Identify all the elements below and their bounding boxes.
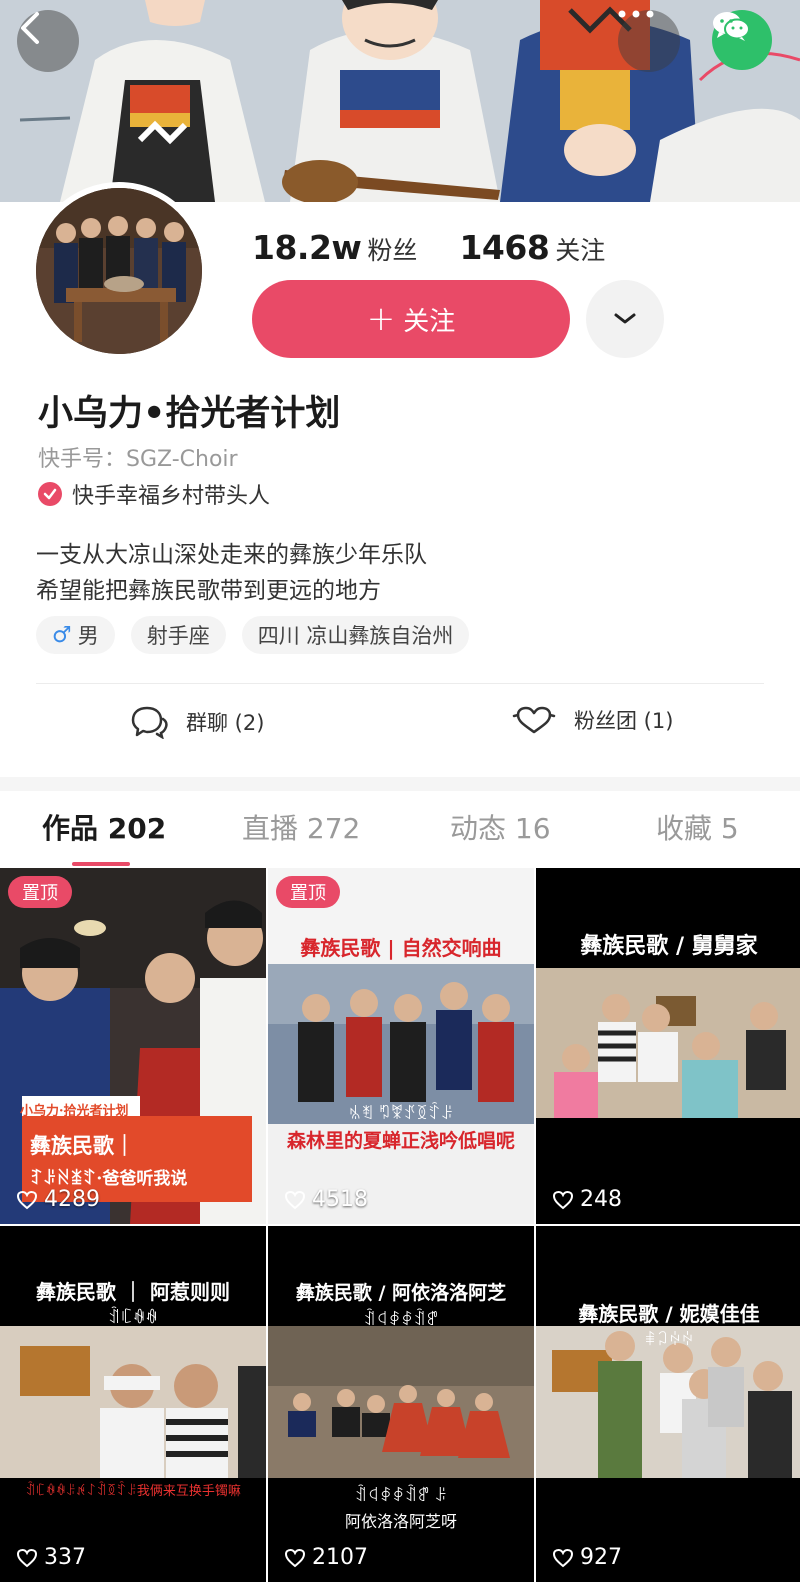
like-count: 2107 <box>284 1545 368 1570</box>
pinned-badge: 置顶 <box>8 876 72 908</box>
back-button[interactable] <box>17 10 79 72</box>
verified-check-icon <box>38 482 62 506</box>
verification-badge[interactable]: 快手幸福乡村带头人 <box>38 478 270 510</box>
like-count-value: 337 <box>44 1545 86 1570</box>
cover-banner <box>0 0 800 202</box>
video-tile[interactable]: 彝族民歌 | 自然交响曲 ꁱꄮ ꑳꐗꀋꅉꄷꌠ 森林里的夏蝉正浅吟低唱呢 置顶 4… <box>268 868 534 1224</box>
group-chat-label: 群聊 (2) <box>186 711 265 735</box>
avatar[interactable] <box>30 182 208 360</box>
like-count-value: 2107 <box>312 1545 368 1570</box>
tab-moments[interactable]: 动态 16 <box>450 807 551 847</box>
video-overlay-text: ꀉꒉꇉꇉꀉꍗ <box>363 1310 439 1329</box>
video-tile[interactable]: 彝族民歌 / 妮嫫佳佳 ꑌꃀꏢꏢ 927 <box>536 1226 800 1582</box>
like-count: 4289 <box>16 1187 100 1212</box>
follow-button-label: 关注 <box>403 306 456 337</box>
heart-icon <box>16 1190 38 1209</box>
video-overlay-text: ꀉꏸꊿꊿ <box>108 1308 158 1327</box>
video-overlay-text: 彝族民歌 ｜ 阿惹则则 <box>36 1280 230 1304</box>
like-count-value: 4518 <box>312 1187 368 1212</box>
video-overlay-text: ꁱꄮ ꑳꐗꀋꅉꄷꌠ <box>348 1104 454 1123</box>
content-tabs: 作品 202 直播 272 动态 16 收藏 5 <box>0 791 800 867</box>
like-count-value: 248 <box>580 1187 622 1212</box>
fan-club-label: 粉丝团 (1) <box>574 709 674 733</box>
ellipsis-icon <box>618 10 654 18</box>
video-thumbnail <box>268 868 534 1224</box>
fan-club-entry[interactable]: 粉丝团 (1) <box>512 705 673 735</box>
following-label[interactable]: 关注 <box>555 231 605 267</box>
video-overlay-text: 彝族民歌｜ <box>30 1133 135 1158</box>
heart-icon <box>552 1548 574 1567</box>
zodiac-tag: 射手座 <box>130 616 226 654</box>
plus-icon: + <box>366 299 396 339</box>
video-overlay-text: ꀉꏸꊿꊿꌠꉌꋍꀉꅉꄷꌠ我俩来互换手镯嘛 <box>25 1484 241 1499</box>
gender-tag: ♂ 男 <box>36 616 115 654</box>
cover-illustration <box>0 0 800 202</box>
video-thumbnail <box>536 868 800 1224</box>
video-overlay-text: 彝族民歌 / 阿依洛洛阿芝 <box>295 1282 507 1304</box>
like-count-value: 4289 <box>44 1187 100 1212</box>
divider <box>36 683 764 684</box>
male-icon: ♂ <box>52 622 72 648</box>
video-tile[interactable]: 彝族民歌 / 阿依洛洛阿芝 ꀉꒉꇉꇉꀉꍗ ꀉꒉꇉꇉꀉꍗ ꌠ 阿依洛洛阿芝呀 21… <box>268 1226 534 1582</box>
back-arrow-icon <box>21 12 39 44</box>
fan-club-heart-icon <box>512 706 556 734</box>
following-count[interactable]: 1468 <box>459 228 549 267</box>
bio-line: 一支从大凉山深处走来的彝族少年乐队 <box>36 542 427 568</box>
video-overlay-text: 彝族民歌 / 妮嫫佳佳 <box>578 1302 760 1326</box>
profile-tags: ♂ 男 射手座 四川 凉山彝族自治州 <box>36 616 485 654</box>
profile-bio: 一支从大凉山深处走来的彝族少年乐队 希望能把彝族民歌带到更远的地方 <box>36 537 427 609</box>
heart-icon <box>552 1190 574 1209</box>
like-count-value: 927 <box>580 1545 622 1570</box>
video-overlay-text: 森林里的夏蝉正浅吟低唱呢 <box>286 1130 515 1152</box>
video-overlay-text: ꆈꌠꋊꁧꄸ·爸爸听我说 <box>30 1169 188 1189</box>
video-overlay-text: 小乌力·拾光者计划 <box>20 1104 129 1119</box>
video-overlay-text: 彝族民歌 / 舅舅家 <box>580 933 758 959</box>
like-count: 927 <box>552 1545 622 1570</box>
like-count: 248 <box>552 1187 622 1212</box>
video-overlay-text: ꑌꃀꏢꏢ <box>644 1330 694 1349</box>
video-tile[interactable]: 彝族民歌 ｜ 阿惹则则 ꀉꏸꊿꊿ ꀉꏸꊿꊿꌠꉌꋍꀉꅉꄷꌠ我俩来互换手镯嘛 337 <box>0 1226 266 1582</box>
tab-live[interactable]: 直播 272 <box>242 807 360 847</box>
chevron-down-icon <box>614 313 636 324</box>
section-separator <box>0 777 800 791</box>
group-chat-entry[interactable]: 群聊 (2) <box>130 705 264 739</box>
followers-label[interactable]: 粉丝 <box>367 231 417 267</box>
heart-icon <box>284 1190 306 1209</box>
more-options-button[interactable] <box>618 10 680 72</box>
video-thumbnail <box>536 1226 800 1582</box>
bio-line: 希望能把彝族民歌带到更远的地方 <box>36 578 381 604</box>
heart-icon <box>16 1548 38 1567</box>
heart-icon <box>284 1548 306 1567</box>
video-grid: 小乌力·拾光者计划 彝族民歌｜ ꆈꌠꋊꁧꄸ·爸爸听我说 置顶 4289 彝族民歌… <box>0 868 800 1588</box>
pinned-badge: 置顶 <box>276 876 340 908</box>
video-overlay-text: 阿依洛洛阿芝呀 <box>344 1512 457 1531</box>
wechat-icon <box>713 12 750 41</box>
video-overlay-text: ꀉꒉꇉꇉꀉꍗ ꌠ <box>354 1486 448 1505</box>
wechat-share-button[interactable] <box>712 10 772 70</box>
chat-bubble-icon <box>131 706 168 739</box>
expand-recommendations-button[interactable] <box>586 280 664 358</box>
followers-count[interactable]: 18.2w <box>252 228 362 267</box>
video-tile[interactable]: 彝族民歌 / 舅舅家 248 <box>536 868 800 1224</box>
tab-works[interactable]: 作品 202 <box>42 807 166 847</box>
like-count: 4518 <box>284 1187 368 1212</box>
avatar-photo <box>36 188 202 354</box>
gender-label: 男 <box>77 624 99 648</box>
location-tag: 四川 凉山彝族自治州 <box>241 616 470 654</box>
like-count: 337 <box>16 1545 86 1570</box>
video-overlay-text: 彝族民歌 | 自然交响曲 <box>300 936 502 960</box>
video-tile[interactable]: 小乌力·拾光者计划 彝族民歌｜ ꆈꌠꋊꁧꄸ·爸爸听我说 置顶 4289 <box>0 868 266 1224</box>
profile-card: 18.2w 粉丝 1468 关注 + 关注 小乌力•拾光者计划 快手号：SGZ-… <box>0 182 800 777</box>
kuaishou-id[interactable]: 快手号：SGZ-Choir <box>38 441 238 473</box>
profile-name: 小乌力•拾光者计划 <box>38 394 341 434</box>
profile-stats: 18.2w 粉丝 1468 关注 <box>252 228 647 267</box>
active-tab-indicator <box>72 862 130 866</box>
tab-favorites[interactable]: 收藏 5 <box>656 807 739 847</box>
verification-text: 快手幸福乡村带头人 <box>72 484 271 509</box>
follow-button[interactable]: + 关注 <box>252 280 570 358</box>
